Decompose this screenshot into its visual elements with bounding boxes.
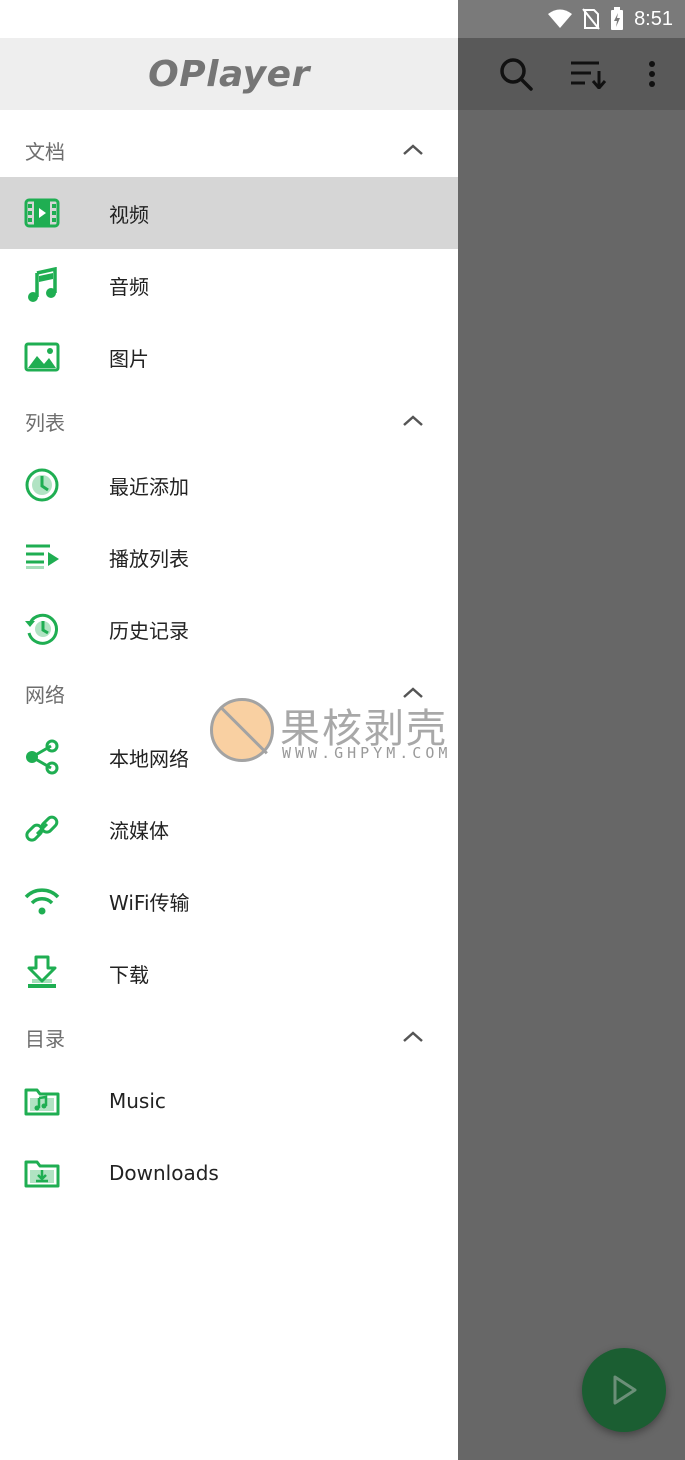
nav-item-label: 下载 (109, 962, 149, 987)
section-label: 目录 (25, 1026, 65, 1051)
drawer-status-area (0, 0, 458, 38)
link-icon (23, 810, 61, 848)
music-folder-icon (23, 1082, 61, 1120)
play-icon (613, 1375, 637, 1405)
nav-item-label: 音频 (109, 274, 149, 299)
nav-item-label: 图片 (109, 346, 149, 371)
nav-item-label: Downloads (109, 1161, 219, 1185)
nav-item-folder-downloads[interactable]: Downloads (0, 1137, 458, 1209)
music-note-icon (23, 266, 61, 304)
drawer-header: OPlayer (0, 38, 458, 110)
watermark-url: WWW.GHPYM.COM (282, 744, 452, 762)
history-icon (23, 610, 61, 648)
wifi-signal-icon (548, 9, 573, 28)
nav-item-playlists[interactable]: 播放列表 (0, 521, 458, 593)
wifi-icon (23, 882, 61, 920)
status-time: 8:51 (634, 7, 673, 30)
download-folder-icon (23, 1154, 61, 1192)
playlist-icon (23, 538, 61, 576)
nav-item-label: 流媒体 (109, 818, 169, 843)
nav-item-streaming[interactable]: 流媒体 (0, 793, 458, 865)
battery-charging-icon (611, 7, 624, 30)
section-header-lists[interactable]: 列表 (0, 393, 458, 449)
section-label: 列表 (25, 410, 65, 435)
nav-item-wifi-transfer[interactable]: WiFi传输 (0, 865, 458, 937)
nav-item-audio[interactable]: 音频 (0, 249, 458, 321)
clock-icon (23, 466, 61, 504)
video-icon (23, 194, 61, 232)
play-fab[interactable] (582, 1348, 666, 1432)
more-vert-icon (649, 61, 655, 87)
nav-item-label: 播放列表 (109, 546, 189, 571)
nav-item-folder-music[interactable]: Music (0, 1065, 458, 1137)
nav-item-history[interactable]: 历史记录 (0, 593, 458, 665)
no-sim-icon (582, 8, 600, 30)
chevron-up-icon[interactable] (398, 1022, 428, 1052)
chevron-up-icon[interactable] (398, 406, 428, 436)
search-button[interactable] (494, 52, 538, 96)
nav-item-label: 最近添加 (109, 474, 189, 499)
section-label: 文档 (25, 139, 65, 164)
section-label: 网络 (25, 682, 65, 707)
chevron-up-icon[interactable] (398, 135, 428, 165)
more-options-button[interactable] (630, 52, 674, 96)
nav-item-video[interactable]: 视频 (0, 177, 458, 249)
watermark: 果核剥壳 WWW.GHPYM.COM (210, 696, 480, 766)
nav-item-label: 视频 (109, 202, 149, 227)
nav-item-label: WiFi传输 (109, 890, 190, 915)
nav-item-recently-added[interactable]: 最近添加 (0, 449, 458, 521)
share-icon (23, 738, 61, 776)
sort-button[interactable] (566, 52, 610, 96)
sort-icon (571, 61, 607, 89)
app-logo: OPlayer (148, 53, 310, 95)
section-header-documents[interactable]: 文档 (0, 122, 458, 178)
nav-item-label: 历史记录 (109, 618, 189, 643)
nav-item-images[interactable]: 图片 (0, 321, 458, 393)
section-header-directories[interactable]: 目录 (0, 1009, 458, 1065)
image-icon (23, 338, 61, 376)
status-icons: 8:51 (548, 0, 673, 38)
nav-item-download[interactable]: 下载 (0, 937, 458, 1009)
watermark-logo (210, 698, 274, 762)
download-icon (23, 954, 61, 992)
nav-item-label: 本地网络 (109, 746, 189, 771)
search-icon (500, 58, 533, 91)
nav-item-label: Music (109, 1089, 166, 1113)
